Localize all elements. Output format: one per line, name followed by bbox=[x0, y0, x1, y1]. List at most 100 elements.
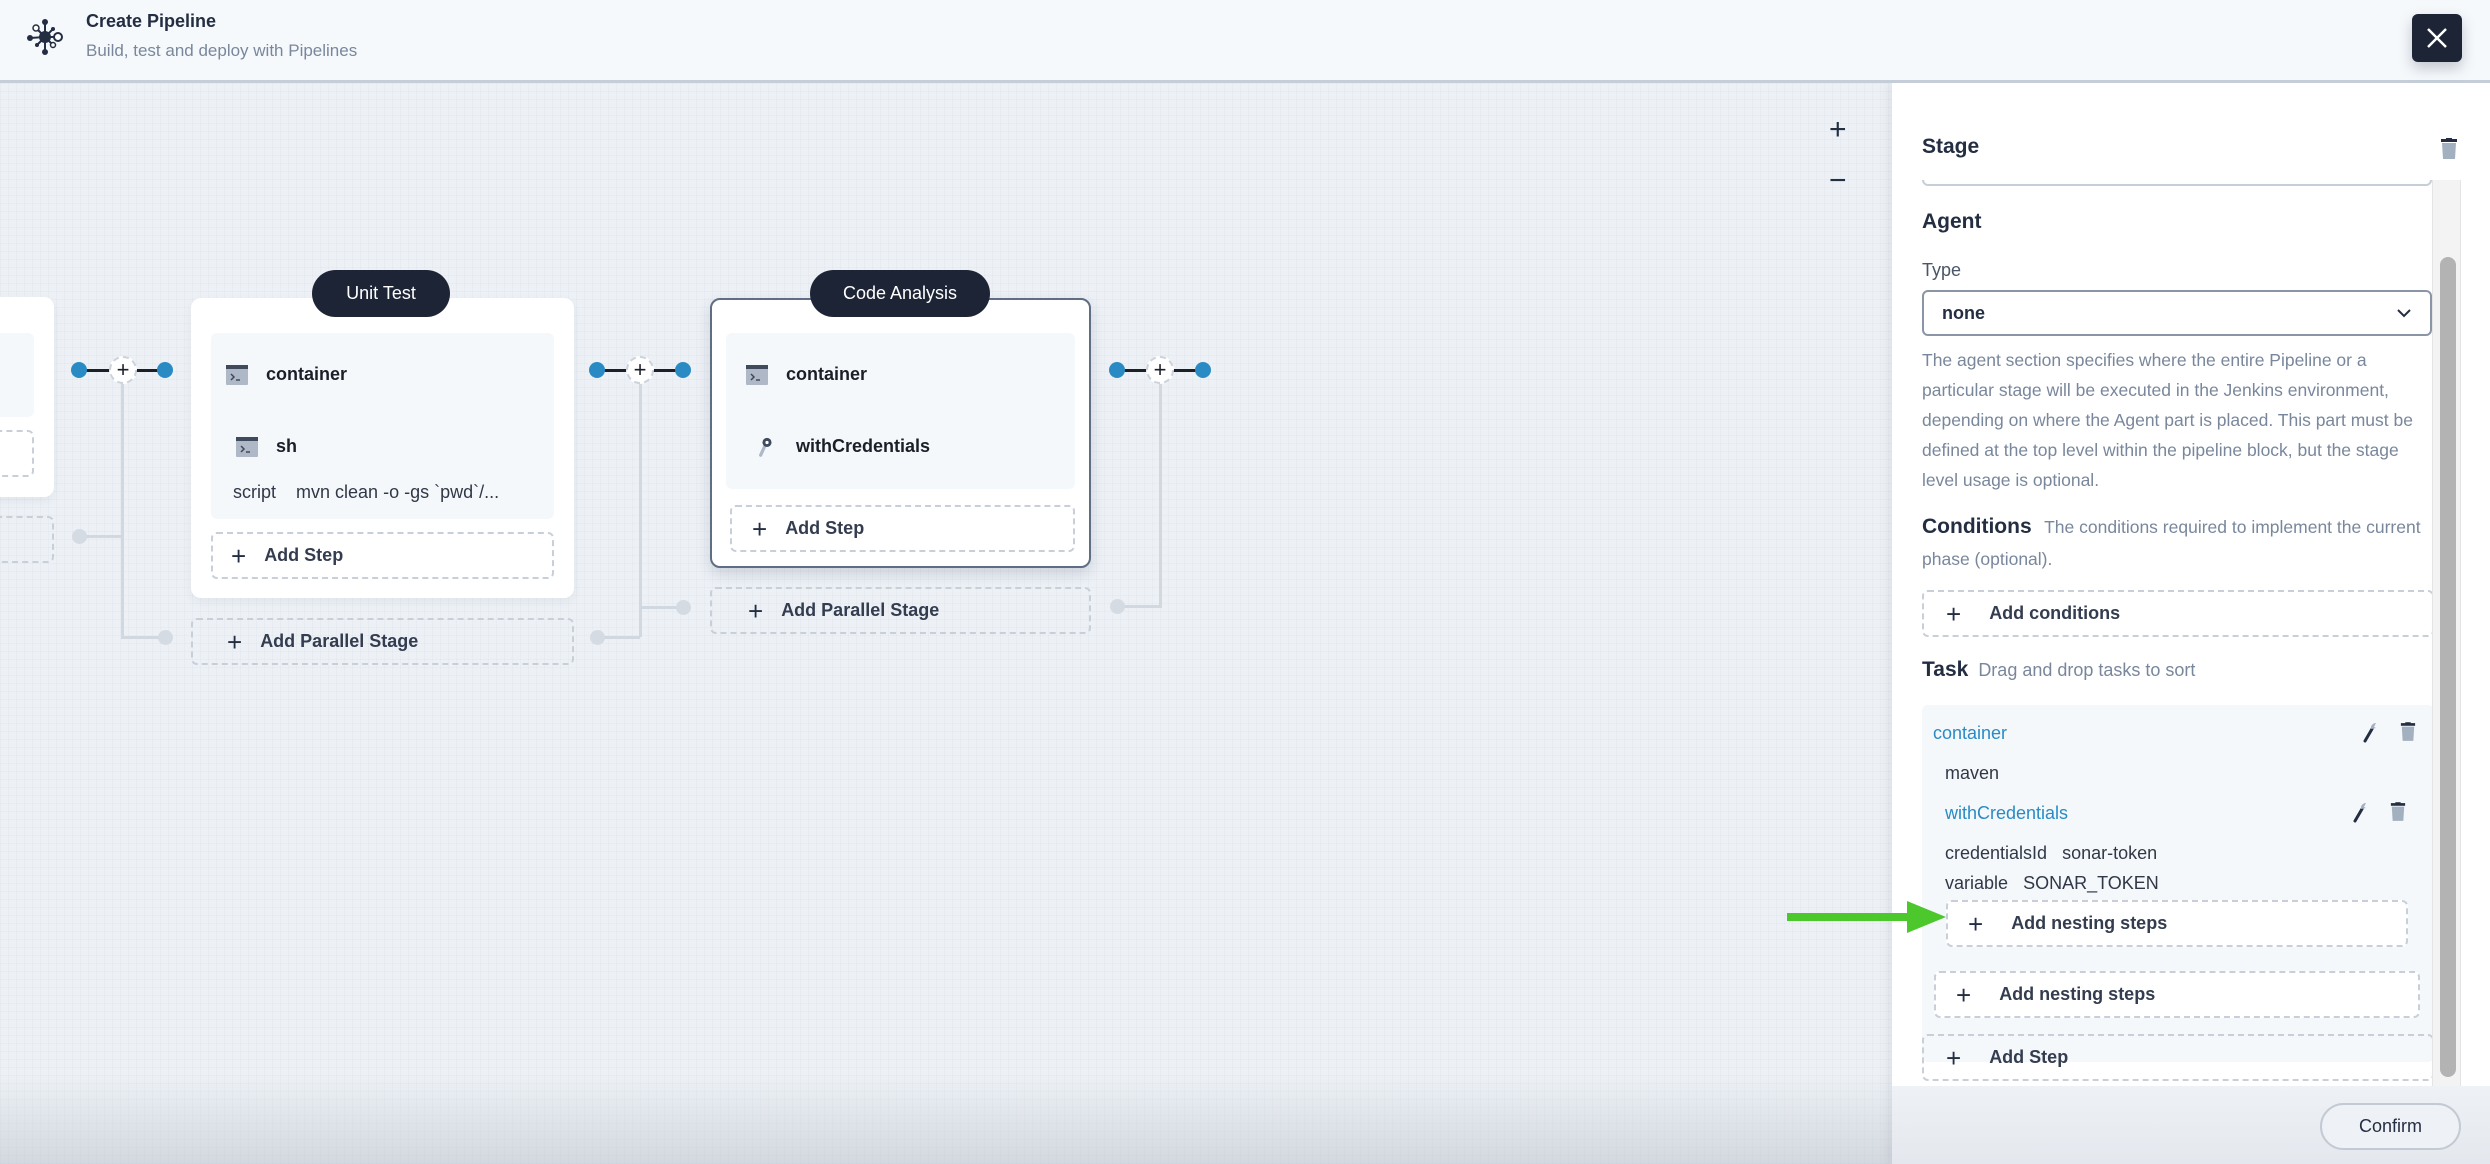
add-stage-node[interactable]: + bbox=[109, 356, 137, 384]
step-name: sh bbox=[276, 436, 298, 456]
add-step-label: Add Step bbox=[1989, 1047, 2069, 1067]
add-parallel-stage-button[interactable] bbox=[0, 516, 54, 563]
stage-title: Code Analysis bbox=[842, 283, 958, 303]
agent-description: The agent section specifies where the en… bbox=[1922, 350, 2413, 490]
branch-dot bbox=[1110, 599, 1125, 614]
task-note: Drag and drop tasks to sort bbox=[1978, 660, 2196, 680]
task-header: Task Drag and drop tasks to sort bbox=[1922, 658, 2195, 682]
chevron-down-icon bbox=[2397, 309, 2411, 318]
trash-icon[interactable] bbox=[2390, 802, 2406, 822]
branch-line bbox=[121, 383, 124, 637]
plus-icon: + bbox=[231, 540, 247, 571]
step-name: container bbox=[266, 364, 348, 384]
step-name: withCredentials bbox=[796, 436, 931, 456]
step-item[interactable]: container bbox=[746, 364, 867, 385]
stage-name-unit-test[interactable]: Unit Test bbox=[312, 270, 450, 317]
step-item[interactable]: sh bbox=[236, 436, 297, 457]
page-subtitle: Build, test and deploy with Pipelines bbox=[86, 41, 358, 60]
task-name[interactable]: container bbox=[1933, 723, 2007, 744]
agent-type-select[interactable]: none bbox=[1922, 290, 2432, 336]
connector-dot bbox=[1109, 362, 1125, 378]
branch-line bbox=[639, 383, 642, 637]
step-meta-key: script bbox=[233, 482, 277, 502]
plus-icon: + bbox=[633, 357, 647, 382]
wrench-icon[interactable] bbox=[2352, 801, 2368, 823]
stage-name-code-analysis[interactable]: Code Analysis bbox=[810, 270, 990, 317]
add-step-button[interactable]: + Add Step bbox=[730, 505, 1075, 552]
add-step-label: Add Step bbox=[264, 545, 344, 565]
terminal-icon bbox=[746, 364, 768, 385]
annotation-arrow-icon bbox=[1787, 901, 1946, 933]
step-item[interactable]: container bbox=[226, 364, 347, 385]
stage-card-unit-test[interactable]: container sh script mvn clean -o -gs `pw… bbox=[191, 298, 574, 598]
agent-title: Agent bbox=[1922, 210, 1982, 233]
task-title: Task bbox=[1922, 658, 1969, 681]
conditions-header: Conditions The conditions required to im… bbox=[1922, 512, 2434, 576]
step-name: container bbox=[786, 364, 868, 384]
pipeline-canvas[interactable]: + container sh script mvn clean -o -gs `… bbox=[0, 83, 1892, 1164]
zoom-out-button[interactable]: − bbox=[1829, 166, 1847, 196]
add-nested-step-button-inner[interactable]: + Add nesting steps bbox=[1946, 900, 2408, 947]
zoom-in-button[interactable]: + bbox=[1829, 115, 1847, 145]
close-icon bbox=[2427, 28, 2447, 48]
connector-dot bbox=[589, 362, 605, 378]
stage-card-code-analysis[interactable]: container withCredentials + Add Step bbox=[710, 298, 1091, 568]
terminal-icon bbox=[226, 364, 248, 385]
wrench-icon[interactable] bbox=[2362, 721, 2378, 743]
nested-task-name[interactable]: withCredentials bbox=[1945, 803, 2068, 824]
branch-dot bbox=[158, 630, 173, 645]
plus-icon: + bbox=[1946, 598, 1962, 629]
param-row: variable SONAR_TOKEN bbox=[1945, 873, 2159, 894]
terminal-icon bbox=[236, 436, 258, 457]
step-item[interactable]: withCredentials bbox=[756, 436, 930, 457]
plus-icon: + bbox=[227, 626, 243, 657]
add-parallel-stage-button[interactable]: + Add Parallel Stage bbox=[191, 618, 574, 665]
param-row: credentialsId sonar-token bbox=[1945, 843, 2157, 864]
plus-icon: + bbox=[1153, 357, 1167, 382]
add-stage-node[interactable]: + bbox=[1146, 356, 1174, 384]
branch-dot bbox=[72, 529, 87, 544]
panel-scroll-area[interactable]: Agent Type none The agent section specif… bbox=[1892, 180, 2490, 1086]
task-value: maven bbox=[1945, 763, 2000, 783]
close-button[interactable] bbox=[2412, 14, 2462, 62]
add-conditions-label: Add conditions bbox=[1989, 603, 2121, 623]
stage-name-input[interactable] bbox=[1922, 180, 2432, 186]
param-value: SONAR_TOKEN bbox=[2023, 873, 2159, 893]
connector-dot bbox=[1195, 362, 1211, 378]
canvas-shadow bbox=[0, 1074, 1892, 1164]
trash-icon[interactable] bbox=[2400, 722, 2416, 742]
trash-icon[interactable] bbox=[2440, 138, 2458, 160]
scrollbar-thumb[interactable] bbox=[2440, 257, 2456, 1077]
branch-dot bbox=[590, 630, 605, 645]
plus-icon: + bbox=[1968, 908, 1984, 939]
branch-line bbox=[1159, 383, 1162, 607]
connector-dot bbox=[157, 362, 173, 378]
step-meta: script mvn clean -o -gs `pwd`/... bbox=[233, 482, 499, 503]
add-stage-node[interactable]: + bbox=[626, 356, 654, 384]
confirm-label: Confirm bbox=[2358, 1116, 2422, 1136]
add-step-button[interactable]: + Add Step bbox=[1922, 1034, 2434, 1081]
add-conditions-button[interactable]: + Add conditions bbox=[1922, 590, 2434, 637]
page-title: Create Pipeline bbox=[86, 11, 217, 31]
task-actions bbox=[2362, 721, 2416, 743]
add-parallel-stage-button[interactable]: + Add Parallel Stage bbox=[710, 587, 1091, 634]
add-nested-label: Add nesting steps bbox=[1999, 984, 2156, 1004]
add-step-button[interactable] bbox=[0, 430, 34, 477]
add-parallel-label: Add Parallel Stage bbox=[260, 631, 419, 651]
connector-dot bbox=[71, 362, 87, 378]
param-value: sonar-token bbox=[2062, 843, 2158, 863]
agent-type-value: none bbox=[1942, 302, 1985, 323]
confirm-button[interactable]: Confirm bbox=[2320, 1103, 2461, 1150]
connector-dot bbox=[675, 362, 691, 378]
plus-icon: + bbox=[116, 357, 130, 382]
pipeline-network-icon bbox=[27, 19, 63, 55]
task-item[interactable]: container maven withCredentials credenti… bbox=[1922, 705, 2434, 1062]
key-icon bbox=[759, 437, 772, 457]
add-step-button[interactable]: + Add Step bbox=[211, 532, 554, 579]
conditions-title: Conditions bbox=[1922, 515, 2032, 538]
add-nested-step-button-outer[interactable]: + Add nesting steps bbox=[1934, 971, 2420, 1018]
plus-icon: + bbox=[748, 595, 764, 626]
stage-card-partial[interactable] bbox=[0, 297, 54, 497]
step-box bbox=[0, 333, 34, 417]
branch-dot bbox=[676, 600, 691, 615]
